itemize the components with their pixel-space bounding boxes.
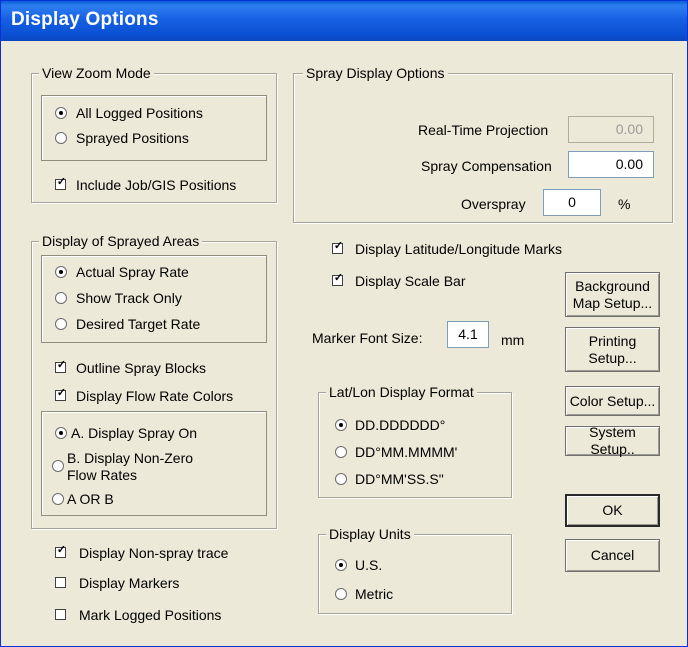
overspray-input[interactable]: 0 [543,189,601,216]
radio-desired-target-rate[interactable] [55,318,67,330]
checkbox-display-latlon-marks[interactable]: ✓ [332,241,343,254]
checkbox-display-flow-rate-colors[interactable]: ✓ [55,388,66,401]
window-title: Display Options [11,9,159,30]
marker-font-size-label: Marker Font Size: [312,330,423,346]
radio-sprayed-positions-label: Sprayed Positions [76,130,189,146]
real-time-projection-input[interactable]: 0.00 [568,116,654,143]
radio-a-or-b-label: A OR B [67,491,114,507]
checkbox-display-flow-rate-colors-label: Display Flow Rate Colors [76,388,234,404]
ok-button[interactable]: OK [565,494,660,527]
radio-display-non-zero-label-line1: B. Display Non-Zero [67,450,194,466]
checkbox-display-non-spray-trace[interactable]: ✓ [55,545,66,558]
radio-display-non-zero-label-line2: Flow Rates [67,467,138,483]
checkbox-mark-logged-positions-label: Mark Logged Positions [79,607,222,623]
radio-dd-mm-ss-label: DD°MM'SS.S" [355,471,444,487]
radio-a-or-b[interactable] [52,493,64,505]
title-bar[interactable]: Display Options [1,1,687,41]
background-map-setup-button[interactable]: Background Map Setup... [565,272,660,317]
spray-compensation-label: Spray Compensation [421,158,552,174]
radio-all-logged-positions-label: All Logged Positions [76,105,203,121]
radio-metric-units[interactable] [335,588,347,600]
radio-show-track-only[interactable] [55,292,67,304]
radio-show-track-only-label: Show Track Only [76,290,182,306]
cancel-label: Cancel [590,547,635,563]
checkbox-display-scale-bar[interactable]: ✓ [332,273,343,286]
radio-us-units-label: U.S. [355,557,383,573]
checkbox-display-markers-label: Display Markers [79,575,180,591]
radio-display-spray-on-label: A. Display Spray On [71,425,198,441]
printing-setup-line2: Setup... [588,349,637,366]
radio-dd-decimal[interactable] [335,419,347,431]
checkbox-outline-spray-blocks-label: Outline Spray Blocks [76,360,206,376]
system-setup-button[interactable]: System Setup.. [565,424,660,457]
radio-sprayed-positions[interactable] [55,132,67,144]
checkbox-include-job-gis[interactable]: ✓ [55,177,66,190]
radio-dd-decimal-label: DD.DDDDDD° [355,417,446,433]
checkbox-mark-logged-positions[interactable] [55,609,66,620]
radio-dd-mm-label: DD°MM.MMMM' [355,444,458,460]
radio-metric-units-label: Metric [355,586,394,602]
radio-desired-target-rate-label: Desired Target Rate [76,316,201,332]
display-options-window: Display Options View Zoom Mode All Logge… [0,0,688,647]
color-setup-button[interactable]: Color Setup... [565,386,660,416]
ok-label: OK [602,502,623,518]
background-map-setup-line2: Map Setup... [572,294,653,311]
radio-all-logged-positions[interactable] [55,107,67,119]
radio-actual-spray-rate-label: Actual Spray Rate [76,264,189,280]
radio-display-non-zero[interactable] [52,460,64,472]
radio-us-units[interactable] [335,559,347,571]
checkbox-include-job-gis-label: Include Job/GIS Positions [76,177,237,193]
checkbox-display-scale-bar-label: Display Scale Bar [355,273,466,289]
color-setup-label: Color Setup... [569,392,656,409]
view-zoom-mode-legend: View Zoom Mode [39,65,154,81]
printing-setup-line1: Printing [588,332,637,349]
overspray-unit: % [618,196,631,212]
cancel-button[interactable]: Cancel [565,539,660,572]
checkbox-display-non-spray-trace-label: Display Non-spray trace [79,545,229,561]
latlon-format-legend: Lat/Lon Display Format [326,384,477,400]
checkbox-display-latlon-marks-label: Display Latitude/Longitude Marks [355,241,563,257]
radio-dd-mm-ss[interactable] [335,473,347,485]
spray-compensation-input[interactable]: 0.00 [568,151,654,178]
printing-setup-button[interactable]: Printing Setup... [565,327,660,372]
radio-dd-mm[interactable] [335,446,347,458]
checkbox-outline-spray-blocks[interactable]: ✓ [55,360,66,373]
display-units-group [318,534,512,614]
background-map-setup-line1: Background [575,277,650,294]
display-sprayed-areas-legend: Display of Sprayed Areas [39,233,203,249]
system-setup-label: System Setup.. [589,424,636,457]
spray-display-options-legend: Spray Display Options [303,65,448,81]
checkbox-display-markers[interactable] [55,577,66,588]
marker-font-size-input[interactable]: 4.1 [447,321,489,348]
real-time-projection-label: Real-Time Projection [418,122,549,138]
radio-display-spray-on[interactable] [55,427,67,439]
radio-actual-spray-rate[interactable] [55,266,67,278]
overspray-label: Overspray [461,196,526,212]
marker-font-size-unit: mm [501,332,525,348]
display-units-legend: Display Units [326,526,414,542]
